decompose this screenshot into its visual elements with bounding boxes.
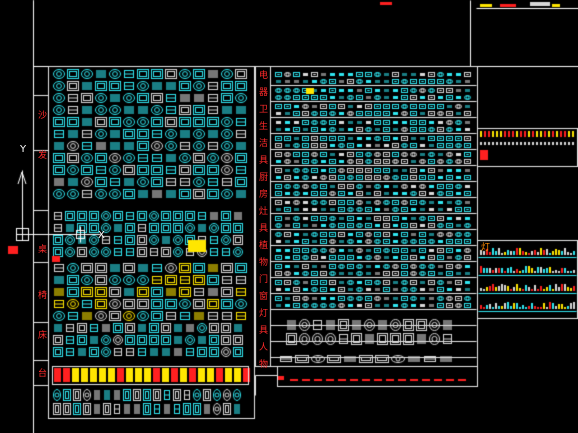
middle-row-label: 厨 [259,173,269,183]
middle-row-label: 灶 [259,207,269,217]
ucs-x-label: X [98,230,105,241]
middle-row-label: 具 [259,224,269,234]
middle-row-label: 卫 [259,105,269,115]
left-section-label-5: 床 [38,331,48,341]
right-panel-label: 灯 [481,243,491,253]
middle-row-label: 洁 [259,139,269,149]
left-section-label-2: 发 [38,151,48,161]
middle-row-label: 植 [259,241,269,251]
middle-row-label: 房 [259,190,269,200]
middle-row-label: 具 [259,326,269,336]
drawing-canvas[interactable] [0,0,578,433]
middle-row-label: 生 [259,122,269,132]
middle-row-label: 器 [259,88,269,98]
middle-row-label: 门 [259,275,269,285]
middle-row-label: 电 [259,71,269,81]
ucs-y-label: Y [20,144,27,155]
middle-row-label: 具 [259,156,269,166]
left-section-label-6: 台 [38,369,48,379]
left-section-label-4: 椅 [38,291,48,301]
middle-row-label: 物 [259,360,269,370]
left-section-label-1: 沙 [38,111,48,121]
middle-row-label: 人 [259,343,269,353]
middle-row-label: 灯 [259,309,269,319]
middle-row-label: 物 [259,258,269,268]
middle-row-label: 窗 [259,292,269,302]
left-section-label-3: 桌 [38,245,48,255]
